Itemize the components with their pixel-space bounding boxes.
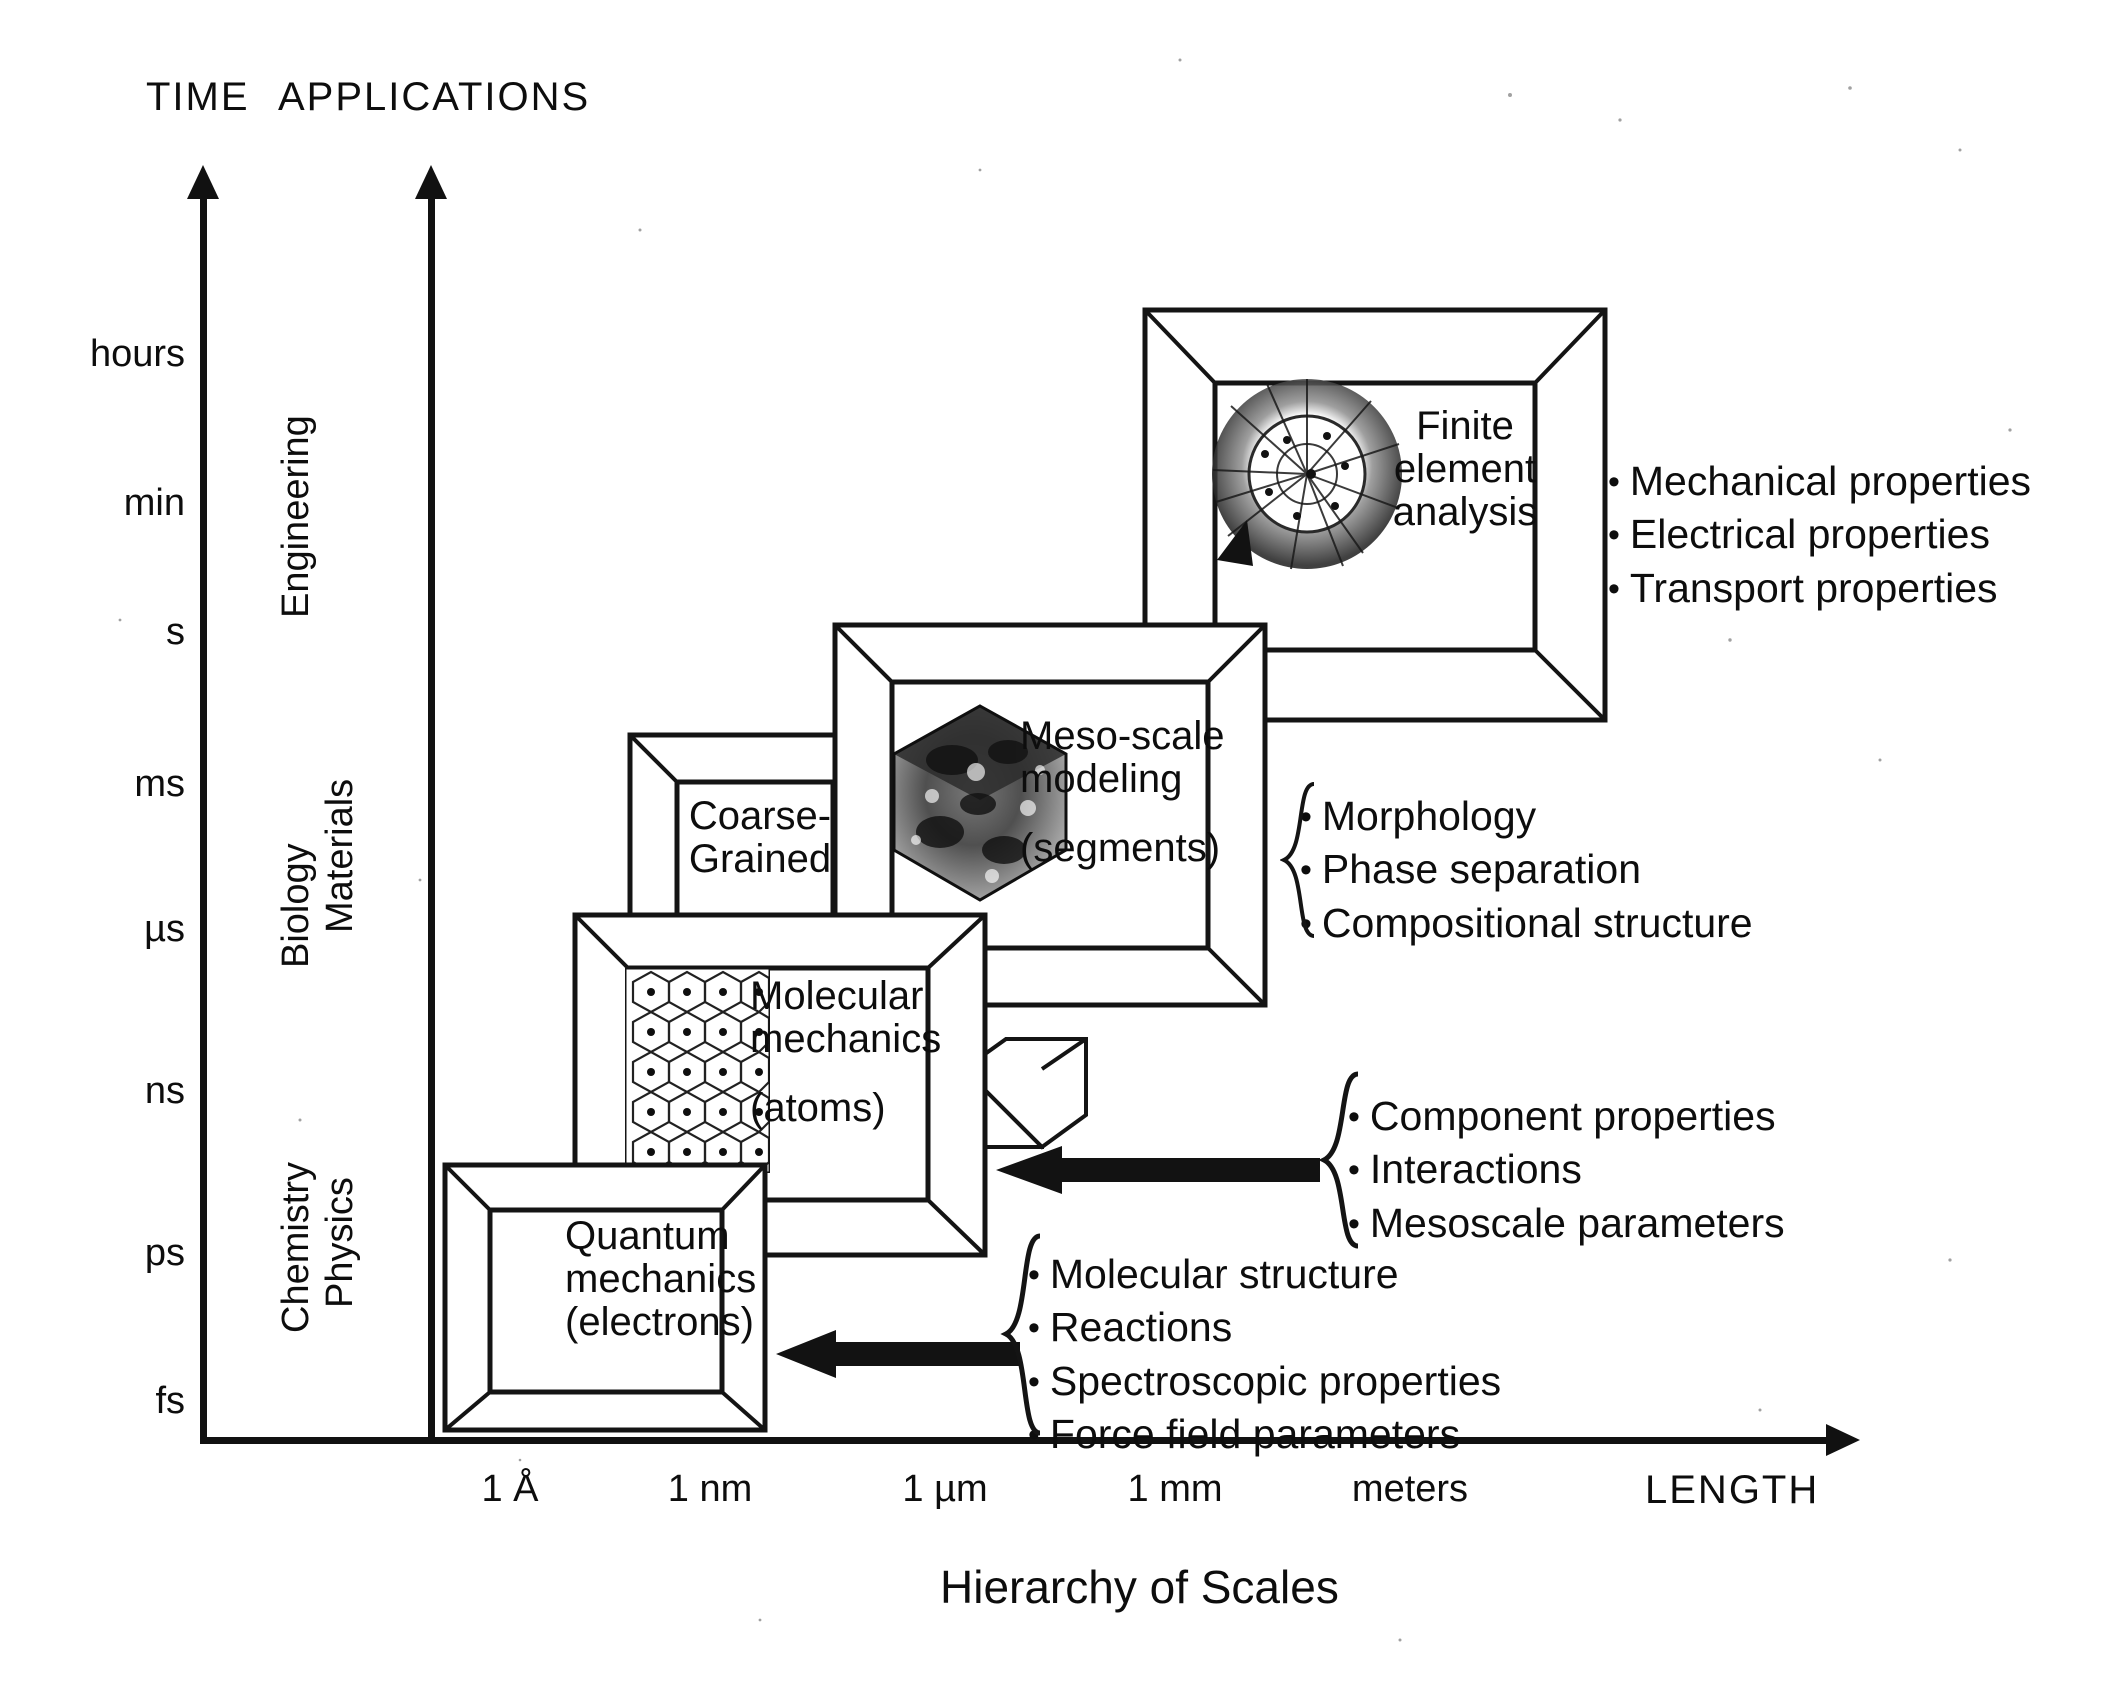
annotation-component-properties: Component properties Interactions Mesosc… bbox=[1348, 1090, 1785, 1250]
annotation-molecular-inputs: Molecular structure Reactions Spectrosco… bbox=[1028, 1248, 1501, 1461]
annotation-engineering-item-1: Mechanical properties bbox=[1608, 455, 2031, 508]
length-tick-nm: 1 nm bbox=[667, 1468, 753, 1510]
time-tick-fs: fs bbox=[155, 1380, 185, 1422]
time-tick-hours: hours bbox=[89, 333, 185, 375]
molecular-label-line3: (atoms) bbox=[750, 1086, 886, 1131]
annotation-mesoscale-outputs: Morphology Phase separation Compositiona… bbox=[1300, 790, 1753, 950]
length-axis-line bbox=[200, 1437, 1830, 1444]
annotation-component-item-1: Component properties bbox=[1348, 1090, 1785, 1143]
molecular-label-line2: mechanics bbox=[750, 1017, 942, 1062]
annotation-engineering-properties: Mechanical properties Electrical propert… bbox=[1608, 455, 2031, 615]
applications-axis-line bbox=[428, 195, 435, 1440]
arrow-molecular-to-quantum bbox=[776, 1330, 1020, 1378]
fea-label: Finite element analysis bbox=[1355, 404, 1575, 535]
length-axis-arrowhead bbox=[1826, 1424, 1860, 1456]
time-tick-ms: ms bbox=[134, 763, 185, 805]
application-band-biology: Biology bbox=[275, 843, 317, 968]
brace-molecular-inputs bbox=[1000, 1233, 1041, 1436]
annotation-molecular-item-3: Spectroscopic properties bbox=[1028, 1355, 1501, 1408]
quantum-label-line1: Quantum bbox=[565, 1214, 730, 1258]
figure-caption: Hierarchy of Scales bbox=[940, 1561, 1339, 1613]
time-axis-line bbox=[200, 195, 207, 1440]
fea-label-line1: Finite bbox=[1416, 404, 1514, 448]
annotation-molecular-item-1: Molecular structure bbox=[1028, 1248, 1501, 1301]
fea-label-line2: element bbox=[1393, 447, 1537, 492]
annotation-component-item-3: Mesoscale parameters bbox=[1348, 1197, 1785, 1250]
applications-axis-title: APPLICATIONS bbox=[278, 75, 591, 119]
application-band-materials: Materials bbox=[319, 778, 361, 933]
fea-label-line3: analysis bbox=[1392, 490, 1538, 535]
coarse-grained-label-line1: Coarse- bbox=[688, 794, 832, 838]
brace-component-properties bbox=[1318, 1071, 1359, 1249]
time-axis-arrowhead bbox=[187, 165, 219, 199]
annotation-mesoscale-item-1: Morphology bbox=[1300, 790, 1753, 843]
annotation-molecular-item-4: Force field parameters bbox=[1028, 1408, 1501, 1461]
annotation-mesoscale-item-3: Compositional structure bbox=[1300, 897, 1753, 950]
time-tick-ps: ps bbox=[144, 1232, 185, 1274]
time-tick-min: min bbox=[123, 482, 185, 524]
annotation-mesoscale-item-2: Phase separation bbox=[1300, 843, 1753, 896]
length-tick-angstrom: 1 Å bbox=[481, 1468, 539, 1510]
annotation-molecular-item-2: Reactions bbox=[1028, 1301, 1501, 1354]
annotation-engineering-item-3: Transport properties bbox=[1608, 562, 2031, 615]
applications-axis-arrowhead bbox=[415, 165, 447, 199]
brace-mesoscale-outputs bbox=[1280, 782, 1315, 938]
time-tick-s: s bbox=[166, 611, 185, 653]
coarse-grained-label: Coarse- Grained bbox=[655, 794, 865, 882]
time-tick-us: µs bbox=[144, 908, 185, 950]
molecular-lattice-graphic bbox=[625, 968, 770, 1173]
meso-label-line1: Meso-scale bbox=[1020, 714, 1225, 758]
quantum-label-line2: mechanics bbox=[565, 1257, 757, 1302]
length-tick-mm: 1 mm bbox=[1127, 1468, 1223, 1510]
time-tick-ns: ns bbox=[144, 1070, 185, 1112]
application-band-chemistry: Chemistry bbox=[275, 1161, 317, 1333]
molecular-label: Molecular mechanics (atoms) bbox=[750, 974, 1050, 1131]
application-band-engineering: Engineering bbox=[275, 415, 317, 618]
length-tick-meters: meters bbox=[1351, 1468, 1469, 1510]
length-tick-um: 1 µm bbox=[902, 1468, 988, 1510]
diagram-canvas: TIME APPLICATIONS LENGTH hours min s ms … bbox=[0, 0, 2110, 1684]
application-band-physics: Physics bbox=[319, 1177, 361, 1308]
annotation-engineering-item-2: Electrical properties bbox=[1608, 508, 2031, 561]
arrow-mesoscale-to-molecular bbox=[996, 1146, 1320, 1194]
coarse-grained-label-line2: Grained bbox=[688, 837, 832, 882]
molecular-label-line1: Molecular bbox=[750, 974, 924, 1018]
length-axis-title: LENGTH bbox=[1645, 1468, 1820, 1512]
time-axis-title: TIME bbox=[146, 75, 250, 119]
annotation-component-item-2: Interactions bbox=[1348, 1143, 1785, 1196]
